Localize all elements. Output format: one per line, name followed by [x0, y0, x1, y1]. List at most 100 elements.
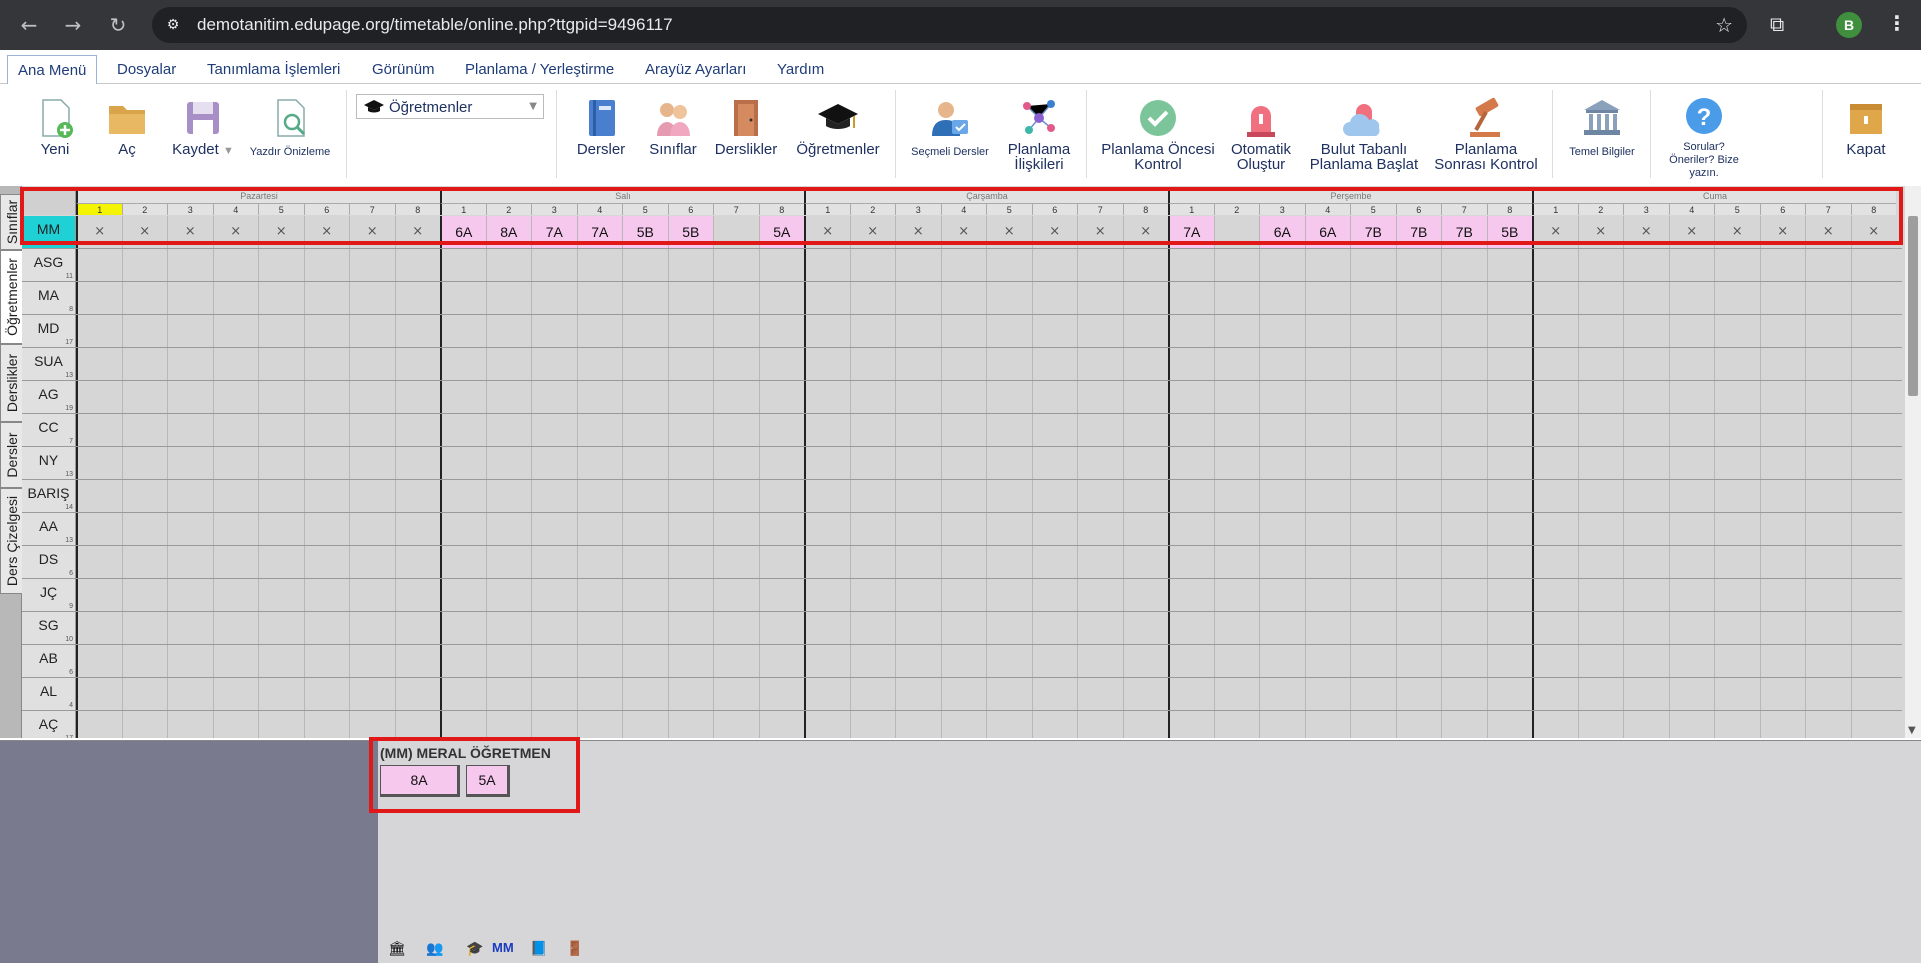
timetable-cell[interactable]	[576, 348, 623, 380]
timetable-cell[interactable]	[1259, 414, 1305, 446]
timetable-cell[interactable]	[1168, 381, 1214, 413]
timetable-cell[interactable]	[1714, 381, 1760, 413]
timetable-cell[interactable]	[1304, 249, 1351, 281]
timetable-cell[interactable]	[1350, 678, 1396, 710]
timetable-cell[interactable]	[895, 480, 941, 512]
timetable-cell[interactable]	[1850, 645, 1897, 677]
timetable-cell[interactable]	[1395, 315, 1442, 347]
timetable-cell[interactable]	[667, 612, 714, 644]
timetable-cell[interactable]	[1304, 480, 1351, 512]
timetable-cell[interactable]	[1532, 348, 1578, 380]
timetable-cell[interactable]	[1805, 381, 1851, 413]
timetable-cell[interactable]	[758, 414, 805, 446]
timetable-cell[interactable]	[622, 612, 668, 644]
timetable-cell[interactable]	[1395, 447, 1442, 479]
timetable-cell[interactable]	[1304, 711, 1351, 738]
timetable-cell[interactable]	[986, 315, 1032, 347]
graduation-cap-icon[interactable]: 🎓	[466, 940, 483, 957]
timetable-cell[interactable]	[758, 381, 805, 413]
timetable-cell[interactable]	[1623, 315, 1669, 347]
timetable-cell[interactable]	[1259, 513, 1305, 545]
timetable-cell[interactable]	[1441, 513, 1487, 545]
timetable-cell[interactable]	[1759, 447, 1806, 479]
timetable-cell[interactable]	[1805, 579, 1851, 611]
timetable-cell[interactable]	[1805, 546, 1851, 578]
timetable-cell[interactable]	[576, 282, 623, 314]
timetable-cell[interactable]	[121, 480, 168, 512]
timetable-cell[interactable]	[1077, 249, 1123, 281]
timetable-cell[interactable]	[303, 447, 350, 479]
profile-avatar[interactable]: B	[1836, 12, 1862, 38]
students-icon[interactable]: 👥	[426, 940, 443, 957]
timetable-cell[interactable]	[713, 348, 759, 380]
url-text[interactable]: demotanitim.edupage.org/timetable/online…	[197, 15, 673, 35]
timetable-cell[interactable]	[1031, 678, 1078, 710]
timetable-cell[interactable]	[713, 249, 759, 281]
timetable-cell[interactable]	[1395, 282, 1442, 314]
timetable-cell[interactable]	[1532, 480, 1578, 512]
timetable-cell[interactable]	[1168, 315, 1214, 347]
timetable-cell[interactable]	[940, 546, 987, 578]
timetable-cell[interactable]	[485, 480, 532, 512]
timetable-cell[interactable]	[1577, 612, 1624, 644]
timetable-cell[interactable]	[713, 513, 759, 545]
timetable-cell[interactable]	[1577, 678, 1624, 710]
timetable-cell[interactable]	[804, 612, 850, 644]
timetable-cell[interactable]	[1441, 447, 1487, 479]
timetable-cell[interactable]	[986, 678, 1032, 710]
timetable-cell[interactable]	[1805, 282, 1851, 314]
timetable-cell[interactable]	[1486, 546, 1533, 578]
timetable-cell[interactable]	[1805, 480, 1851, 512]
timetable-cell[interactable]	[1850, 546, 1897, 578]
timetable-cell[interactable]	[1577, 348, 1624, 380]
timetable-cell[interactable]	[1077, 381, 1123, 413]
timetable-cell[interactable]	[1577, 513, 1624, 545]
menu-yardim[interactable]: Yardım	[777, 61, 824, 78]
timetable-cell[interactable]	[167, 612, 213, 644]
timetable-cell[interactable]	[1259, 612, 1305, 644]
timetable-cell[interactable]	[1122, 315, 1169, 347]
timetable-cell[interactable]	[849, 678, 896, 710]
cloud-planning-button[interactable]: Bulut Tabanlı Planlama Başlat	[1304, 84, 1424, 184]
timetable-cell[interactable]	[986, 249, 1032, 281]
timetable-cell[interactable]	[258, 612, 304, 644]
teacher-name[interactable]: SG 10	[22, 612, 76, 644]
timetable-cell[interactable]	[1350, 513, 1396, 545]
timetable-cell[interactable]	[167, 414, 213, 446]
timetable-cell[interactable]	[303, 645, 350, 677]
menu-gorunum[interactable]: Görünüm	[372, 61, 435, 78]
timetable-cell[interactable]	[1168, 480, 1214, 512]
timetable-cell[interactable]	[167, 711, 213, 738]
timetable-cell[interactable]	[758, 546, 805, 578]
timetable-cell[interactable]	[940, 447, 987, 479]
timetable-cell[interactable]	[394, 678, 441, 710]
timetable-cell[interactable]	[1532, 447, 1578, 479]
timetable-cell[interactable]	[1441, 480, 1487, 512]
timetable-cell[interactable]	[1668, 282, 1715, 314]
timetable-cell[interactable]	[758, 480, 805, 512]
timetable-cell[interactable]	[1805, 678, 1851, 710]
menu-planlama[interactable]: Planlama / Yerleştirme	[465, 61, 614, 78]
timetable-cell[interactable]	[76, 546, 122, 578]
timetable-cell[interactable]	[1714, 546, 1760, 578]
timetable-cell[interactable]	[167, 282, 213, 314]
timetable-cell[interactable]	[940, 579, 987, 611]
menu-dosyalar[interactable]: Dosyalar	[117, 61, 176, 78]
timetable-cell[interactable]	[1350, 447, 1396, 479]
timetable-cell[interactable]	[485, 249, 532, 281]
timetable-cell[interactable]	[167, 546, 213, 578]
back-icon[interactable]: ←	[16, 12, 42, 38]
timetable-cell[interactable]	[1168, 678, 1214, 710]
timetable-cell[interactable]	[1304, 315, 1351, 347]
timetable-cell[interactable]	[440, 447, 486, 479]
timetable-cell[interactable]	[758, 249, 805, 281]
timetable-scrollbar[interactable]: ▼	[1905, 186, 1921, 738]
timetable-cell[interactable]	[576, 480, 623, 512]
timetable-cell[interactable]	[1168, 513, 1214, 545]
timetable-cell[interactable]	[1577, 546, 1624, 578]
timetable-cell[interactable]	[1213, 645, 1260, 677]
teacher-row[interactable]: AG 19	[22, 381, 1902, 414]
timetable-cell[interactable]	[349, 381, 395, 413]
timetable-cell[interactable]	[258, 447, 304, 479]
timetable-cell[interactable]	[531, 480, 577, 512]
